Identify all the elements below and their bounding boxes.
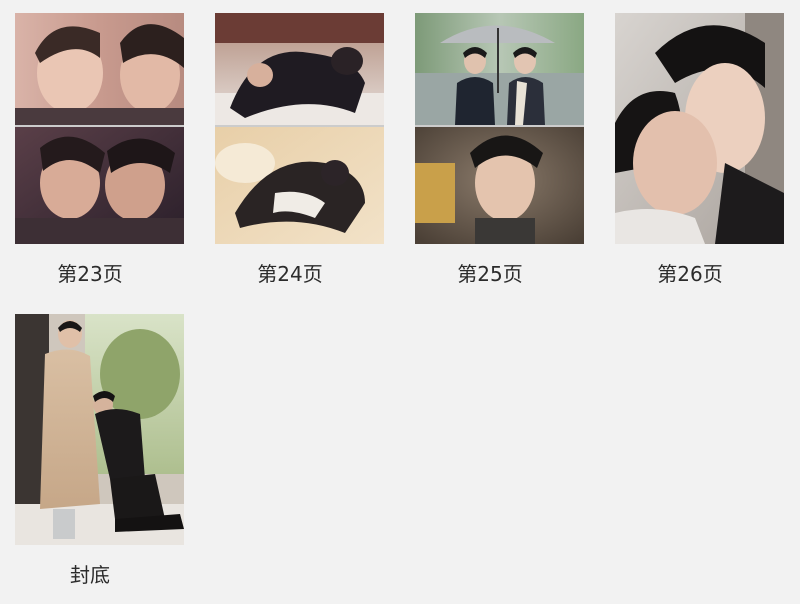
photo-two-men-close-embrace — [15, 13, 184, 244]
thumbnail-image[interactable] — [415, 13, 584, 244]
image-gallery: 第23页 第24页 第25页 第26页 封底 — [0, 0, 800, 604]
photo-man-kneeling-by-window — [15, 314, 184, 545]
gallery-item-page-25[interactable]: 第25页 — [415, 13, 584, 303]
gallery-item-back-cover[interactable]: 封底 — [15, 314, 184, 604]
photo-kiss-closeup — [615, 13, 784, 244]
thumbnail-image[interactable] — [15, 13, 184, 244]
thumbnail-image[interactable] — [615, 13, 784, 244]
thumbnail-image[interactable] — [15, 314, 184, 545]
page-label: 第23页 — [57, 262, 123, 286]
gallery-item-page-26[interactable]: 第26页 — [615, 13, 784, 303]
gallery-item-page-23[interactable]: 第23页 — [15, 13, 184, 303]
page-label: 封底 — [70, 563, 110, 587]
page-label: 第24页 — [257, 262, 323, 286]
photo-men-lying-on-floor — [215, 13, 384, 244]
gallery-item-page-24[interactable]: 第24页 — [215, 13, 384, 303]
page-label: 第25页 — [457, 262, 523, 286]
page-label: 第26页 — [657, 262, 723, 286]
photo-umbrella-and-portrait — [415, 13, 584, 244]
thumbnail-image[interactable] — [215, 13, 384, 244]
